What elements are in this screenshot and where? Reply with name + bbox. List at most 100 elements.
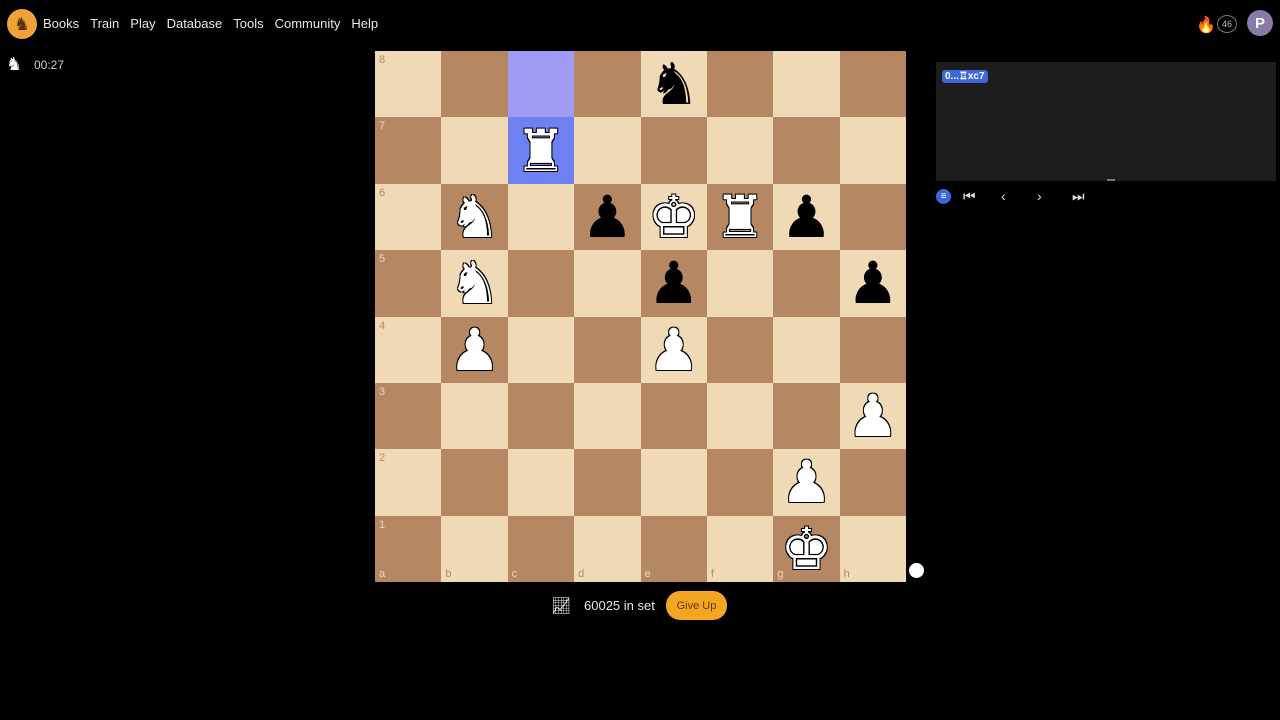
square-h7[interactable] [839,117,906,184]
square-e7[interactable] [640,117,707,184]
square-e3[interactable] [640,382,707,450]
square-f5[interactable] [706,250,774,317]
square-d6[interactable]: ♟ [574,183,641,251]
square-c4[interactable] [507,316,575,383]
square-f8[interactable] [706,51,774,118]
square-h2[interactable] [839,449,906,516]
square-b6[interactable]: ♞ [441,183,508,251]
nav-books[interactable]: Books [43,16,79,31]
square-g7[interactable] [773,117,840,184]
square-g5[interactable] [773,250,840,317]
next-move-icon[interactable]: › [1037,188,1042,204]
chess-board[interactable]: 8 ♞ 7 ♜ 6 ♞ ♟ ♚ ♜ ♟ 5 ♞ ♟ ♟ 4 ♟ ♟ 3 ♟ 2 ♟ 1 a b c d e f g ♚ h [375,51,906,582]
move-chip[interactable]: 0...♖xc7 [942,70,988,83]
move-list-scrollbar[interactable] [1107,179,1115,181]
square-d7[interactable] [574,117,641,184]
square-g1[interactable]: g ♚ [773,515,840,582]
white-king-icon[interactable]: ♚ [648,188,700,246]
square-b1[interactable]: b [441,515,508,582]
nav-tools[interactable]: Tools [233,16,263,31]
square-c5[interactable] [507,250,575,317]
square-a2[interactable]: 2 [375,449,442,516]
square-c3[interactable] [507,382,575,450]
white-knight-icon[interactable]: ♞ [449,254,501,312]
first-move-icon[interactable]: ⏮ [963,188,976,205]
square-g4[interactable] [773,316,840,383]
white-pawn-icon[interactable]: ♟ [648,321,700,379]
square-b3[interactable] [441,382,508,450]
white-pawn-icon[interactable]: ♟ [780,453,832,511]
square-a3[interactable]: 3 [375,382,442,450]
square-d3[interactable] [574,382,641,450]
square-d8[interactable] [574,51,641,118]
flame-icon[interactable]: 🔥 [1196,15,1216,35]
square-h5[interactable]: ♟ [839,250,906,317]
white-knight-icon[interactable]: ♞ [449,188,501,246]
square-a6[interactable]: 6 [375,183,442,251]
white-king-icon[interactable]: ♚ [780,520,832,578]
square-g8[interactable] [773,51,840,118]
square-a5[interactable]: 5 [375,250,442,317]
menu-list-icon[interactable]: ≡ [936,189,951,204]
give-up-button[interactable]: Give Up [666,591,727,620]
last-move-icon[interactable]: ⏭ [1072,188,1085,205]
square-c1[interactable]: c [507,515,575,582]
nav-help[interactable]: Help [351,16,378,31]
black-pawn-icon[interactable]: ♟ [780,188,832,246]
logo-icon[interactable]: ♞ [7,9,37,39]
square-e4[interactable]: ♟ [640,316,707,383]
square-g2[interactable]: ♟ [773,449,840,516]
black-pawn-icon[interactable]: ♟ [847,254,899,312]
previous-move-icon[interactable]: ‹ [1001,188,1006,204]
square-a1[interactable]: 1a [375,515,442,582]
square-c6[interactable] [507,183,575,251]
square-b5[interactable]: ♞ [441,250,508,317]
square-f6[interactable]: ♜ [706,183,774,251]
square-c7[interactable]: ♜ [507,117,575,184]
square-g3[interactable] [773,382,840,450]
square-f4[interactable] [706,316,774,383]
square-e2[interactable] [640,449,707,516]
square-h6[interactable] [839,183,906,251]
square-d5[interactable] [574,250,641,317]
square-a4[interactable]: 4 [375,316,442,383]
nav-train[interactable]: Train [90,16,119,31]
square-f3[interactable] [706,382,774,450]
square-b2[interactable] [441,449,508,516]
square-b8[interactable] [441,51,508,118]
white-rook-icon[interactable]: ♜ [515,122,567,180]
square-e5[interactable]: ♟ [640,250,707,317]
nav-play[interactable]: Play [130,16,155,31]
square-d2[interactable] [574,449,641,516]
puzzle-set-count: 60025 in set [584,598,655,613]
square-f7[interactable] [706,117,774,184]
square-g6[interactable]: ♟ [773,183,840,251]
square-h8[interactable] [839,51,906,118]
white-pawn-icon[interactable]: ♟ [847,387,899,445]
file-label: d [578,568,585,580]
square-a7[interactable]: 7 [375,117,442,184]
square-d4[interactable] [574,316,641,383]
square-a8[interactable]: 8 [375,51,442,118]
square-d1[interactable]: d [574,515,641,582]
square-c2[interactable] [507,449,575,516]
square-h4[interactable] [839,316,906,383]
square-h1[interactable]: h [839,515,906,582]
square-b7[interactable] [441,117,508,184]
square-h3[interactable]: ♟ [839,382,906,450]
square-f1[interactable]: f [706,515,774,582]
white-pawn-icon[interactable]: ♟ [449,321,501,379]
black-pawn-icon[interactable]: ♟ [581,188,633,246]
nav-community[interactable]: Community [275,16,341,31]
square-e8[interactable]: ♞ [640,51,707,118]
avatar[interactable]: P [1247,10,1273,36]
square-e1[interactable]: e [640,515,707,582]
square-c8[interactable] [507,51,575,118]
black-pawn-icon[interactable]: ♟ [648,254,700,312]
square-e6[interactable]: ♚ [640,183,707,251]
square-b4[interactable]: ♟ [441,316,508,383]
nav-database[interactable]: Database [167,16,223,31]
square-f2[interactable] [706,449,774,516]
black-knight-icon[interactable]: ♞ [648,55,700,113]
white-rook-icon[interactable]: ♜ [714,188,766,246]
